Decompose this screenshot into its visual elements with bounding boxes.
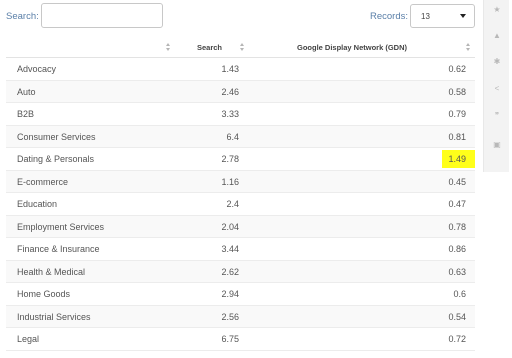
row-category: Employment Services [17,221,105,232]
table-row: Industrial Services 2.56 0.54 [6,305,475,328]
row-gdn-value-highlighted: 1.49 [442,150,475,168]
row-search-value: 6.75 [221,334,239,344]
row-search-value: 2.94 [221,289,239,299]
table-row: Auto 2.46 0.58 [6,80,475,103]
column-header-search[interactable]: Search [197,43,222,52]
search-label: Search: [6,11,39,22]
records-label: Records: [370,11,409,22]
share-icon[interactable]: < [492,84,502,94]
table-row: Dating & Personals 2.78 1.49 [6,148,475,171]
sort-icon-name-column[interactable] [166,43,171,52]
row-category: Home Goods [17,289,71,299]
row-category: Consumer Services [17,131,96,142]
row-gdn-value: 0.58 [448,86,466,97]
table-body: Advocacy 1.43 0.62 Auto 2.46 0.58 B2B 3.33 0.79 C… [6,58,475,351]
row-category: Industrial Services [17,311,91,322]
chevron-down-icon [460,14,466,18]
table-row: Finance & Insurance 3.44 0.86 [6,238,475,261]
row-gdn-value: 0.63 [448,266,466,277]
table-row: Home Goods 2.94 0.6 [6,283,475,306]
row-search-value: 2.78 [221,154,239,164]
row-search-value: 2.46 [221,86,239,97]
row-category: B2B [17,109,35,119]
table-row: Legal 6.75 0.72 [6,328,475,351]
row-search-value: 1.16 [221,176,239,187]
row-category: Education [17,199,58,209]
sort-icon-gdn-column[interactable] [466,43,471,52]
table-row: Health & Medical 2.62 0.63 [6,260,475,283]
print-icon[interactable]: ▣ [492,140,502,150]
row-search-value: 2.4 [226,199,239,209]
column-header-gdn[interactable]: Google Display Network (GDN) [297,43,407,52]
row-gdn-value: 0.62 [448,64,466,74]
bell-icon[interactable]: ▲ [492,31,502,41]
row-category: Dating & Personals [17,154,95,164]
table-header: Search Google Display Network (GDN) [6,38,475,58]
row-category: E-commerce [17,176,69,187]
row-search-value: 2.62 [221,266,239,277]
row-search-value: 3.44 [221,244,239,254]
row-search-value: 6.4 [226,131,239,142]
table-row: Advocacy 1.43 0.62 [6,58,475,81]
star-icon[interactable]: ★ [492,5,502,15]
row-gdn-value: 0.45 [448,176,466,187]
data-table: Search Google Display Network (GDN) Advo… [6,38,475,351]
records-value: 13 [421,11,430,21]
row-category: Advocacy [17,64,57,74]
row-search-value: 2.56 [221,311,239,322]
table-row: B2B 3.33 0.79 [6,103,475,126]
row-category: Finance & Insurance [17,244,100,254]
search-input[interactable] [41,3,163,28]
row-search-value: 1.43 [221,64,239,74]
data-table-widget: Search: Records: 13 Search Google Displa… [0,0,512,358]
row-category: Health & Medical [17,266,86,277]
table-row: Consumer Services 6.4 0.81 [6,125,475,148]
gear-icon[interactable]: ✱ [492,57,502,67]
row-gdn-value: 0.78 [448,221,466,232]
table-row: E-commerce 1.16 0.45 [6,170,475,193]
side-toolbar: ★ ▲ ✱ < ❞ ▣ [483,0,509,172]
table-row: Education 2.4 0.47 [6,193,475,216]
row-gdn-value: 0.47 [448,199,466,209]
row-category: Legal [17,334,40,344]
records-select[interactable]: 13 [410,4,475,28]
table-row: Employment Services 2.04 0.78 [6,215,475,238]
sort-icon-search-column[interactable] [240,43,245,52]
row-gdn-value: 0.72 [448,334,466,344]
row-gdn-value: 0.6 [453,289,466,299]
quote-icon[interactable]: ❞ [492,111,502,121]
row-gdn-value: 0.54 [448,311,466,322]
row-search-value: 3.33 [221,109,239,119]
row-search-value: 2.04 [221,221,239,232]
row-gdn-value: 0.86 [448,244,466,254]
row-gdn-value: 0.81 [448,131,466,142]
row-gdn-value: 0.79 [448,109,466,119]
row-category: Auto [17,86,36,97]
